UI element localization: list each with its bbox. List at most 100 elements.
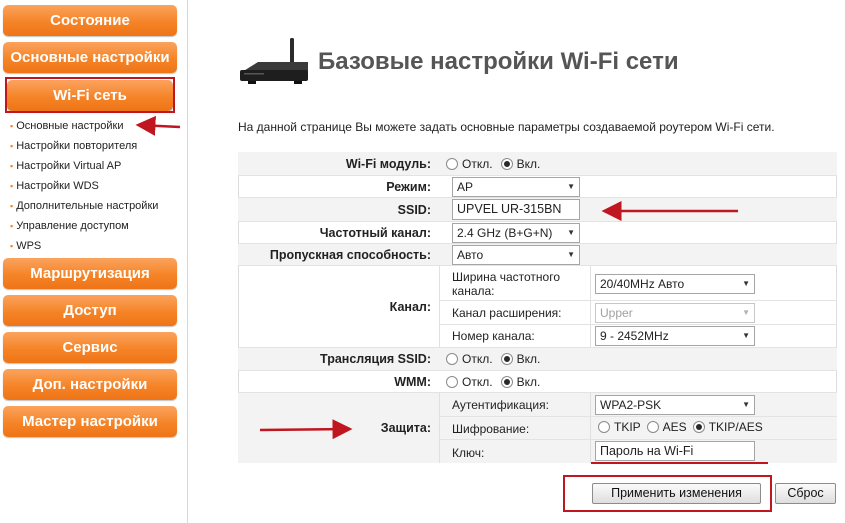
radio-circle-checked-icon: [692, 421, 705, 433]
triangle-down-icon: ▼: [742, 400, 750, 409]
triangle-down-icon: ▼: [567, 228, 575, 237]
submenu-item-virtual-ap[interactable]: Настройки Virtual AP: [10, 156, 158, 176]
triangle-down-icon: ▼: [742, 279, 750, 288]
divider: [439, 324, 837, 325]
radio-ssid-broadcast-on[interactable]: Вкл.: [500, 352, 541, 366]
triangle-down-icon: ▼: [742, 308, 750, 317]
radio-enc-aes[interactable]: AES: [646, 420, 687, 434]
label-bandwidth: Пропускная способность:: [269, 247, 431, 262]
ext-channel-select[interactable]: Upper ▼: [595, 303, 755, 323]
row-ssid-broadcast: Трансляция SSID: Откл. Вкл.: [238, 348, 837, 371]
router-icon: [240, 38, 308, 84]
submenu-item-basic[interactable]: Основные настройки: [10, 116, 158, 136]
reset-button[interactable]: Сброс: [775, 483, 836, 504]
mode-select-value: AP: [457, 180, 474, 194]
nav-button-setup-wizard[interactable]: Мастер настройки: [3, 406, 177, 437]
label-wmm: WMM:: [394, 374, 431, 389]
nav-button-service[interactable]: Сервис: [3, 332, 177, 363]
nav-button-routing[interactable]: Маршрутизация: [3, 258, 177, 289]
divider: [439, 439, 837, 440]
radio-enc-tkip-aes[interactable]: TKIP/AES: [692, 420, 763, 434]
ssid-broadcast-radios: Откл. Вкл.: [446, 348, 548, 370]
channel-width-value: 20/40MHz Авто: [600, 277, 685, 291]
radio-label: TKIP: [614, 420, 641, 434]
label-key: Ключ:: [452, 446, 485, 460]
submenu-item-advanced[interactable]: Дополнительные настройки: [10, 196, 158, 216]
triangle-down-icon: ▼: [742, 331, 750, 340]
radio-label: Вкл.: [516, 374, 541, 389]
wifi-submenu: Основные настройки Настройки повторителя…: [10, 116, 158, 256]
radio-label: Откл.: [462, 374, 493, 389]
submenu-item-wds[interactable]: Настройки WDS: [10, 176, 158, 196]
row-wmm: WMM: Откл. Вкл.: [238, 371, 837, 393]
ext-channel-value: Upper: [600, 306, 633, 320]
key-input[interactable]: Пароль на Wi-Fi: [595, 441, 755, 461]
nav-button-extra-settings[interactable]: Доп. настройки: [3, 369, 177, 400]
radio-label: Откл.: [462, 352, 493, 366]
label-security: Защита:: [380, 421, 431, 435]
radio-circle-icon: [598, 421, 610, 433]
label-channel-width-line1: Ширина частотного: [452, 270, 560, 284]
nav-button-status[interactable]: Состояние: [3, 5, 177, 36]
authentication-select[interactable]: WPA2-PSK ▼: [595, 395, 755, 415]
divider: [590, 393, 591, 463]
divider: [439, 300, 837, 301]
radio-circle-checked-icon: [500, 353, 513, 365]
authentication-value: WPA2-PSK: [600, 398, 662, 412]
radio-label: AES: [662, 420, 687, 434]
label-channel: Канал:: [389, 300, 431, 314]
wmm-radios: Откл. Вкл.: [446, 371, 548, 392]
page-description: На данной странице Вы можете задать осно…: [238, 120, 775, 134]
radio-wifi-off[interactable]: Откл.: [446, 157, 493, 171]
nav-button-basic-settings[interactable]: Основные настройки: [3, 42, 177, 73]
radio-wmm-off[interactable]: Откл.: [446, 375, 493, 389]
label-channel-width: Ширина частотного канала:: [452, 270, 560, 298]
band-select[interactable]: 2.4 GHz (B+G+N) ▼: [452, 223, 580, 243]
nav-button-wifi[interactable]: Wi-Fi сеть: [7, 80, 173, 111]
sidebar: Состояние Основные настройки Wi-Fi сеть …: [0, 0, 188, 523]
radio-label: Вкл.: [516, 352, 541, 366]
row-security: Защита: Аутентификация: WPA2-PSK ▼ Шифро…: [238, 393, 837, 463]
radio-wifi-on[interactable]: Вкл.: [500, 157, 540, 171]
submenu-item-wps[interactable]: WPS: [10, 236, 158, 256]
label-mode: Режим:: [386, 179, 431, 194]
bandwidth-select[interactable]: Авто ▼: [452, 245, 580, 265]
row-band: Частотный канал: 2.4 GHz (B+G+N) ▼: [238, 222, 837, 244]
label-ssid: SSID:: [397, 202, 431, 217]
divider: [590, 266, 591, 347]
submenu-item-repeater[interactable]: Настройки повторителя: [10, 136, 158, 156]
divider: [439, 266, 440, 347]
label-ext-channel: Канал расширения:: [452, 306, 562, 320]
row-mode: Режим: AP ▼: [238, 176, 837, 198]
mode-select[interactable]: AP ▼: [452, 177, 580, 197]
row-bandwidth: Пропускная способность: Авто ▼: [238, 244, 837, 266]
ssid-input[interactable]: UPVEL UR-315BN: [452, 199, 580, 220]
divider: [439, 393, 440, 463]
band-select-value: 2.4 GHz (B+G+N): [457, 226, 553, 240]
row-channel: Канал: Ширина частотного канала: 20/40MH…: [238, 266, 837, 348]
channel-width-select[interactable]: 20/40MHz Авто ▼: [595, 274, 755, 294]
row-wifi-module: Wi-Fi модуль: Откл. Вкл.: [238, 152, 837, 176]
label-band: Частотный канал:: [319, 225, 431, 240]
label-wifi-module: Wi-Fi модуль:: [345, 156, 431, 171]
radio-enc-tkip[interactable]: TKIP: [598, 420, 641, 434]
label-ssid-broadcast: Трансляция SSID:: [320, 352, 431, 366]
radio-ssid-broadcast-off[interactable]: Откл.: [446, 352, 493, 366]
label-channel-width-line2: канала:: [452, 284, 495, 298]
submenu-item-access-control[interactable]: Управление доступом: [10, 216, 158, 236]
radio-circle-icon: [446, 157, 458, 170]
radio-circle-icon: [446, 353, 458, 365]
radio-circle-icon: [646, 421, 659, 433]
channel-number-select[interactable]: 9 - 2452MHz ▼: [595, 326, 755, 346]
triangle-down-icon: ▼: [567, 250, 575, 259]
apply-changes-button[interactable]: Применить изменения: [592, 483, 761, 504]
nav-button-access[interactable]: Доступ: [3, 295, 177, 326]
wifi-module-radios: Откл. Вкл.: [446, 152, 548, 175]
channel-number-value: 9 - 2452MHz: [600, 329, 669, 343]
label-authentication: Аутентификация:: [452, 398, 549, 412]
divider: [439, 416, 837, 417]
page-title: Базовые настройки Wi-Fi сети: [318, 48, 679, 75]
label-encryption: Шифрование:: [452, 422, 530, 436]
radio-wmm-on[interactable]: Вкл.: [500, 374, 541, 389]
label-channel-number: Номер канала:: [452, 329, 535, 343]
